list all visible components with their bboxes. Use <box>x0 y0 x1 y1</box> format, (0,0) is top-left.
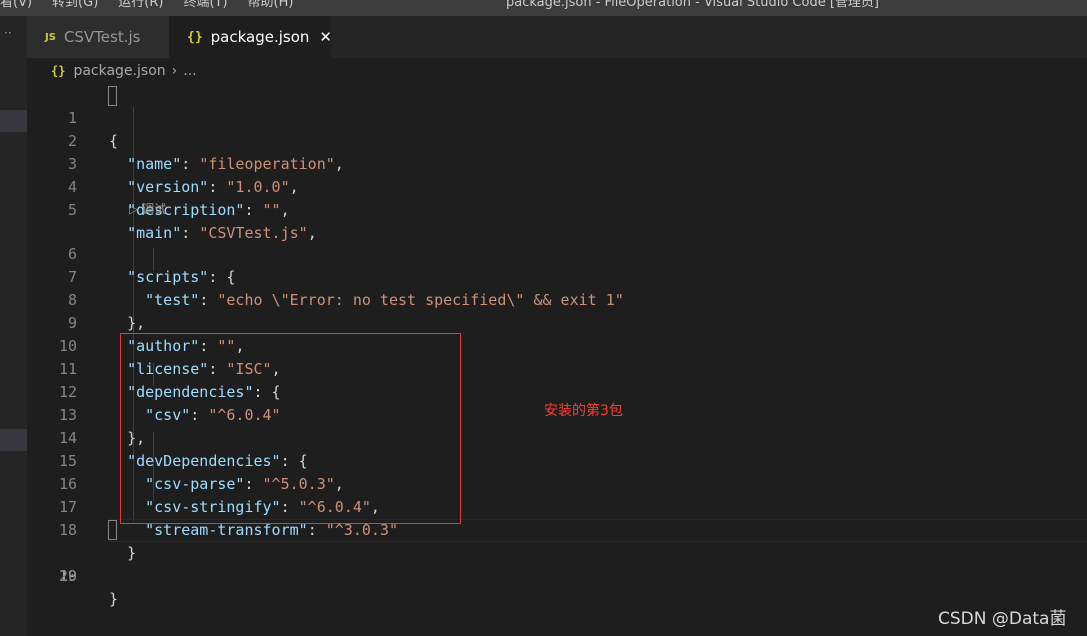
menu-item-terminal[interactable]: 终端(T) <box>183 0 227 10</box>
json-file-icon: {} <box>187 29 203 45</box>
breadcrumb: {} package.json › ... <box>27 58 1087 84</box>
code-line: 10 "license": "ISC", <box>27 312 1087 378</box>
close-icon[interactable]: ✕ <box>319 28 332 46</box>
tab-label: package.json <box>210 28 310 46</box>
more-actions-icon[interactable]: ·· <box>4 26 12 40</box>
window-title: package.json - FileOperation - Visual St… <box>506 0 879 10</box>
breadcrumb-more[interactable]: ... <box>183 63 196 79</box>
code-line: 5 "main": "CSVTest.js", <box>27 176 1087 242</box>
explorer-selected-item[interactable] <box>0 110 27 132</box>
menu-item-run[interactable]: 运行(R) <box>118 0 163 10</box>
debug-codelens[interactable]: ▷ 调试 <box>129 198 166 221</box>
code-line: 1 { <box>27 84 1087 150</box>
tab-label: CSVTest.js <box>63 28 141 46</box>
annotation-text: 安装的第3包 <box>544 403 623 419</box>
code-line: 8 }, <box>27 266 1087 332</box>
code-line: 20 <box>27 542 1087 585</box>
code-line: 9 "author": "", <box>27 289 1087 355</box>
breadcrumb-file[interactable]: package.json <box>73 63 165 79</box>
tab-csvtest-js[interactable]: JS CSVTest.js <box>27 16 169 58</box>
bracket-match-highlight <box>108 520 117 540</box>
code-line: 6 "scripts": { <box>27 220 1087 286</box>
play-icon: ▷ <box>129 202 139 216</box>
menu-bar: 看(V) 转到(G) 运行(R) 终端(T) 帮助(H) <box>0 0 313 10</box>
code-line: 7 "test": "echo \"Error: no test specifi… <box>27 243 1087 309</box>
title-bar: 看(V) 转到(G) 运行(R) 终端(T) 帮助(H) package.jso… <box>0 0 1087 16</box>
brace: } <box>109 590 119 608</box>
explorer-hover-item[interactable] <box>0 429 27 451</box>
json-value: "" <box>262 201 281 219</box>
breadcrumb-separator: › <box>171 63 178 79</box>
tab-package-json[interactable]: {} package.json ✕ <box>169 16 332 58</box>
code-line: 2 "name": "fileoperation", <box>27 107 1087 173</box>
watermark: CSDN @Data菌 <box>938 609 1067 629</box>
code-line: 4 "description": "", <box>27 153 1087 219</box>
line-number: 5 <box>67 201 77 219</box>
menu-item-help[interactable]: 帮助(H) <box>248 0 294 10</box>
tab-bar: JS CSVTest.js {} package.json ✕ <box>27 16 1087 58</box>
json-file-icon: {} <box>51 64 66 78</box>
menu-item-view[interactable]: 看(V) <box>0 0 32 10</box>
code-line: 3 "version": "1.0.0", <box>27 130 1087 196</box>
debug-codelens-label: 调试 <box>142 202 167 216</box>
line-number: 20 <box>58 567 77 585</box>
javascript-file-icon: JS <box>45 31 56 43</box>
menu-item-go[interactable]: 转到(G) <box>52 0 98 10</box>
bracket-match-highlight <box>108 86 117 106</box>
highlight-box <box>120 333 461 524</box>
explorer-sidebar: ·· <box>0 16 27 636</box>
